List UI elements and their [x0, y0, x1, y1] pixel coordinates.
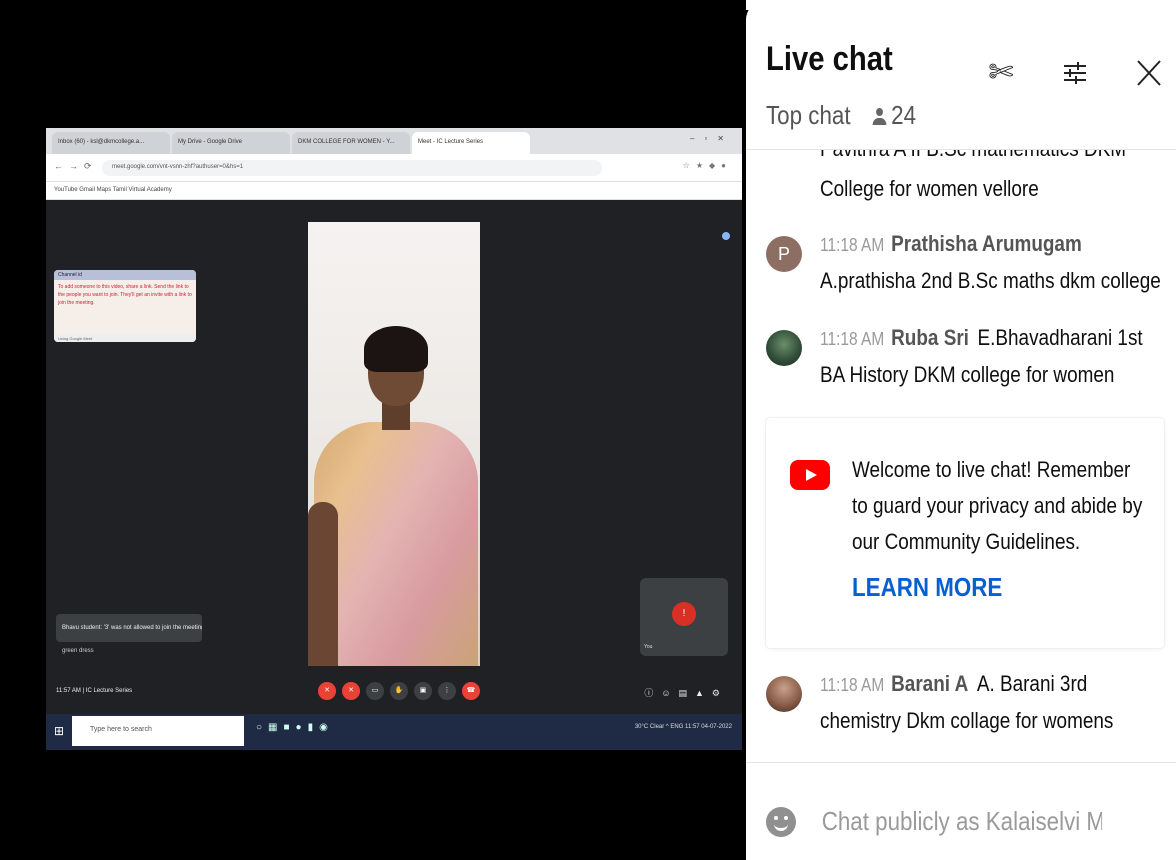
mic-off-icon: ✕ [318, 682, 336, 700]
message-text-cont: BA History DKM college for women [820, 362, 1115, 387]
taskbar-search: Type here to search [72, 716, 244, 746]
self-video-tile: ! You [640, 578, 728, 656]
bookmarks-bar: YouTube Gmail Maps Tamil Virtual Academy [46, 182, 742, 200]
taskbar-app-icons: ○▦■●▮◉ [256, 722, 334, 733]
captions-icon: ▭ [366, 682, 384, 700]
presenter-hair [364, 326, 428, 372]
nav-icons: ←→⟳ [54, 161, 98, 171]
welcome-card: Welcome to live chat! Remember to guard … [766, 418, 1164, 648]
meet-toast-sub: green dress [62, 648, 94, 654]
close-icon[interactable] [1134, 58, 1164, 88]
message-text-cont: chemistry Dkm collage for womens [820, 708, 1114, 733]
chat-message-list[interactable]: Pavithra A II B.Sc mathematics DKM Colle… [746, 150, 1176, 762]
viewer-count-value: 24 [891, 100, 917, 130]
more-icon: ⋮ [438, 682, 456, 700]
chat-input-bar [746, 762, 1176, 860]
address-bar: ←→⟳ meet.google.com/vnt-vsnn-zhf?authuse… [46, 154, 742, 182]
chat-message-content: 11:18 AM Ruba Sri E.Bhavadharani 1st BA Hi… [820, 320, 1143, 393]
message-author[interactable]: Prathisha Arumugam [891, 231, 1082, 256]
info-icon [722, 232, 730, 240]
live-chat-panel: Live chat Top chat 24 ✄ College for wome… [746, 0, 1176, 860]
message-timestamp: 11:18 AM [820, 329, 885, 349]
youtube-logo-icon [790, 460, 830, 490]
screenshot-root: Inbox (60) - ksl@dkmcollege.a... My Driv… [0, 0, 1176, 860]
partial-message-top: Pavithra A II B.Sc mathematics DKM [820, 150, 1126, 162]
browser-tab: My Drive - Google Drive [172, 132, 290, 154]
self-tile-name: You [644, 644, 653, 650]
window-controls: –▫✕ [690, 134, 734, 143]
learn-more-link[interactable]: LEARN MORE [852, 572, 1002, 603]
viewer-count: 24 [872, 100, 916, 130]
message-text: E.Bhavadharani 1st [977, 325, 1143, 350]
meet-controls: ✕ ✕ ▭ ✋ ▣ ⋮ ☎ [318, 682, 480, 700]
presenter-arm [308, 502, 338, 666]
hang-up-icon: ☎ [462, 682, 480, 700]
url-box: meet.google.com/vnt-vsnn-zhf?authuser=0&… [102, 160, 602, 176]
note-popup-body: To add someone to this video, share a li… [58, 284, 192, 306]
chat-mode-selector[interactable]: Top chat 24 [766, 100, 916, 131]
emoji-icon[interactable] [766, 807, 796, 837]
chat-message-content: 11:18 AM Prathisha Arumugam A.prathisha 2… [820, 226, 1161, 299]
chat-mode-label: Top chat [766, 100, 851, 130]
settings-sliders-svg [1064, 62, 1086, 84]
meet-control-bar: 11:57 AM | IC Lecture Series ✕ ✕ ▭ ✋ ▣ ⋮… [46, 674, 742, 714]
person-icon [872, 108, 886, 126]
note-popup: Channel id To add someone to this video,… [54, 270, 196, 342]
avatar[interactable] [766, 330, 802, 366]
message-timestamp: 11:18 AM [820, 235, 885, 255]
meet-time: 11:57 AM | IC Lecture Series [56, 688, 133, 694]
hand-icon: ✋ [390, 682, 408, 700]
close-svg [1137, 60, 1161, 86]
settings-sliders-icon[interactable] [1060, 58, 1090, 88]
live-chat-title: Live chat [766, 40, 893, 78]
message-text: A.prathisha 2nd B.Sc maths dkm college [820, 268, 1161, 293]
presenter-body [314, 422, 478, 666]
note-popup-footer: Using Google Meet [54, 334, 196, 342]
extension-icons: ☆★◆● [682, 161, 732, 170]
windows-taskbar: ⊞ Type here to search ○▦■●▮◉ 30°C Clear … [46, 714, 742, 750]
present-icon: ▣ [414, 682, 432, 700]
live-chat-header: Live chat Top chat 24 ✄ [746, 0, 1176, 150]
browser-tab: DKM COLLEGE FOR WOMEN - Y... [292, 132, 410, 154]
avatar: ! [672, 602, 696, 626]
video-player[interactable]: Inbox (60) - ksl@dkmcollege.a... My Driv… [0, 0, 746, 860]
shared-screen: Inbox (60) - ksl@dkmcollege.a... My Driv… [46, 128, 742, 750]
message-author[interactable]: Barani A [891, 671, 968, 696]
chat-message-content: 11:18 AM Barani A A. Barani 3rd chemistry … [820, 666, 1121, 739]
taskbar-tray: 30°C Clear ^ ENG 11:57 04-07-2022 [634, 724, 732, 730]
presenter-video [308, 222, 480, 666]
message-author[interactable]: Ruba Sri [891, 325, 969, 350]
note-popup-title: Channel id [54, 270, 196, 280]
browser-tab-strip: Inbox (60) - ksl@dkmcollege.a... My Driv… [46, 128, 742, 154]
meet-toast: Bhavu student: '3' was not allowed to jo… [56, 614, 202, 642]
header-actions: ✄ [986, 58, 1164, 88]
browser-tab: Inbox (60) - ksl@dkmcollege.a... [52, 132, 170, 154]
avatar[interactable]: P [766, 236, 802, 272]
presenter-neck [382, 402, 410, 430]
browser-tab-active: Meet - IC Lecture Series [412, 132, 530, 154]
message-timestamp: 11:18 AM [820, 675, 885, 695]
avatar[interactable] [766, 676, 802, 712]
camera-off-icon: ✕ [342, 682, 360, 700]
scissors-icon[interactable]: ✄ [986, 58, 1016, 88]
windows-start-icon: ⊞ [54, 724, 65, 738]
partial-message-bottom: College for women vellore [820, 176, 1039, 201]
message-text: A. Barani 3rd [976, 671, 1088, 696]
meet-side-icons: ⓘ☺▤▲⚙ [644, 688, 728, 698]
meet-area: Channel id To add someone to this video,… [46, 200, 742, 714]
chat-input[interactable] [820, 799, 1104, 843]
welcome-text: Welcome to live chat! Remember to guard … [852, 457, 1143, 554]
